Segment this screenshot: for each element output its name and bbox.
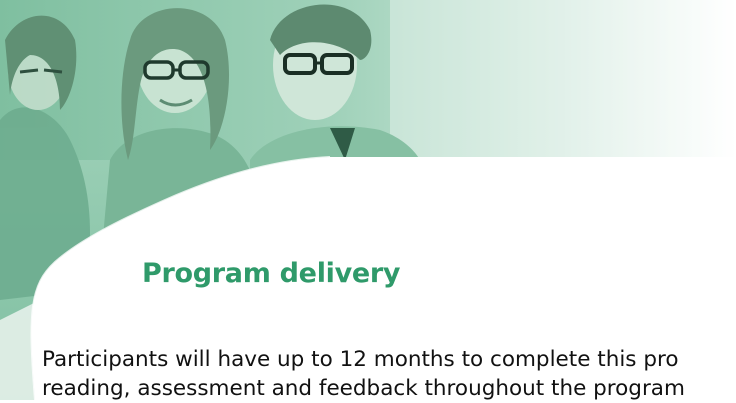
header-banner: [0, 0, 736, 400]
business-team-photo: [0, 0, 736, 400]
section-paragraph: Participants will have up to 12 months t…: [42, 345, 736, 403]
paragraph-line: Participants will have up to 12 months t…: [42, 347, 679, 372]
section-heading: Program delivery: [142, 258, 401, 289]
paragraph-line: reading, assessment and feedback through…: [42, 376, 685, 401]
